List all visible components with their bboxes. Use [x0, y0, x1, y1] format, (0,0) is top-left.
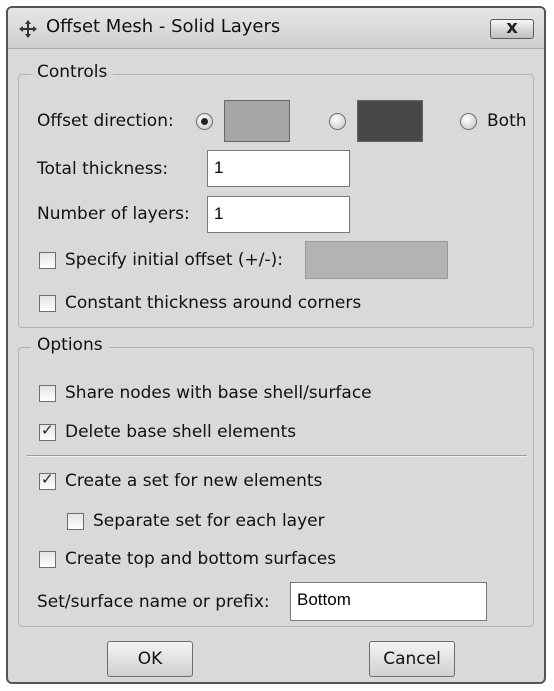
total-thickness-input[interactable]: 1	[207, 150, 350, 187]
close-button[interactable]: x	[490, 17, 534, 39]
title-bar[interactable]: Offset Mesh - Solid Layers x	[8, 8, 544, 49]
both-label: Both	[487, 111, 527, 131]
move-arrows-icon	[19, 20, 37, 38]
checkmark-icon: ✓	[41, 470, 54, 488]
options-divider	[27, 455, 527, 457]
direction-swatch-2	[357, 100, 423, 142]
radio-selected-dot	[201, 118, 208, 125]
separate-set-label: Separate set for each layer	[93, 511, 325, 531]
cancel-button[interactable]: Cancel	[369, 641, 455, 677]
delete-shell-label: Delete base shell elements	[65, 422, 297, 442]
constant-thickness-label: Constant thickness around corners	[65, 293, 362, 313]
create-surfaces-label: Create top and bottom surfaces	[65, 549, 337, 569]
create-surfaces-checkbox[interactable]	[39, 551, 56, 568]
create-set-label: Create a set for new elements	[65, 471, 323, 491]
ok-button[interactable]: OK	[107, 641, 193, 677]
name-prefix-input[interactable]: Bottom	[290, 582, 487, 621]
share-nodes-checkbox[interactable]	[39, 385, 56, 402]
offset-mesh-dialog: Offset Mesh - Solid Layers x Controls Of…	[6, 6, 546, 684]
num-layers-input[interactable]: 1	[207, 196, 350, 233]
share-nodes-label: Share nodes with base shell/surface	[65, 383, 372, 403]
delete-shell-checkbox[interactable]: ✓	[39, 421, 56, 441]
create-set-checkbox[interactable]: ✓	[39, 470, 56, 490]
separate-set-checkbox[interactable]	[67, 513, 84, 530]
constant-thickness-checkbox[interactable]	[39, 295, 56, 312]
offset-direction-label: Offset direction:	[37, 111, 174, 131]
initial-offset-checkbox[interactable]	[39, 252, 56, 269]
initial-offset-input[interactable]	[305, 241, 448, 279]
direction-radio-both[interactable]	[460, 113, 477, 130]
total-thickness-label: Total thickness:	[37, 159, 169, 179]
controls-legend: Controls	[31, 62, 114, 82]
direction-radio-1[interactable]	[196, 113, 213, 130]
window-title: Offset Mesh - Solid Layers	[46, 16, 281, 37]
name-prefix-label: Set/surface name or prefix:	[37, 592, 270, 612]
options-legend: Options	[31, 335, 109, 355]
controls-group: Controls Offset direction: Both Total th…	[18, 62, 534, 328]
checkmark-icon: ✓	[41, 421, 54, 439]
close-icon: x	[506, 17, 518, 38]
initial-offset-label: Specify initial offset (+/-):	[65, 250, 284, 270]
num-layers-label: Number of layers:	[37, 204, 190, 224]
options-group: Options Share nodes with base shell/surf…	[18, 335, 534, 627]
direction-radio-2[interactable]	[329, 113, 346, 130]
direction-swatch-1	[224, 100, 290, 142]
